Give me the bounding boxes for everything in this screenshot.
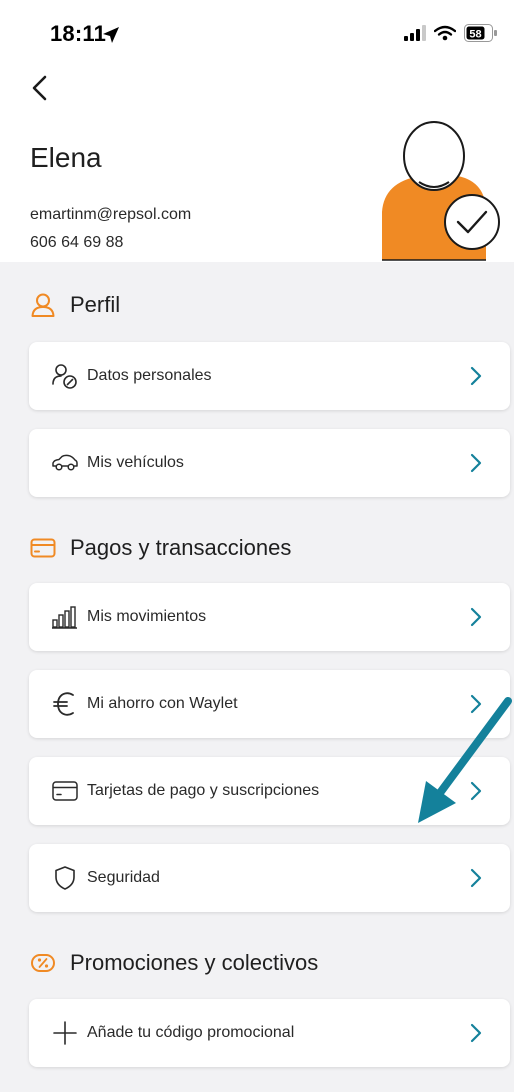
shield-icon <box>51 864 79 892</box>
user-edit-icon <box>51 362 79 390</box>
section-title-pagos: Pagos y transacciones <box>70 535 292 560</box>
user-email: emartinm@repsol.com <box>30 206 192 223</box>
battery-level: 58 <box>469 29 481 41</box>
menu-item-label: Añade tu código promocional <box>87 1024 295 1041</box>
chevron-right-icon <box>470 694 482 714</box>
plus-icon <box>51 1019 79 1047</box>
menu-item-codigo-promocional[interactable]: Añade tu código promocional <box>29 999 510 1067</box>
location-arrow-icon <box>103 27 119 43</box>
section-perfil: Perfil <box>30 292 120 318</box>
chevron-right-icon <box>470 1023 482 1043</box>
section-title-promociones: Promociones y colectivos <box>70 950 319 975</box>
battery-icon: 58 <box>464 24 498 42</box>
status-time: 18:11 <box>50 21 107 46</box>
credit-card-icon <box>51 777 79 805</box>
user-name: Elena <box>30 142 102 173</box>
menu-item-label: Seguridad <box>87 869 160 886</box>
user-icon <box>30 292 56 318</box>
menu-item-mis-vehiculos[interactable]: Mis vehículos <box>29 429 510 497</box>
credit-card-icon <box>30 535 56 561</box>
chevron-right-icon <box>470 781 482 801</box>
menu-item-datos-personales[interactable]: Datos personales <box>29 342 510 410</box>
menu-item-label: Datos personales <box>87 367 212 384</box>
chevron-right-icon <box>470 366 482 386</box>
signal-icon <box>404 25 426 41</box>
wifi-icon <box>434 25 456 41</box>
section-promociones: Promociones y colectivos <box>30 950 318 976</box>
status-icons: 58 <box>404 21 498 45</box>
menu-item-label: Tarjetas de pago y suscripciones <box>87 782 320 799</box>
menu-item-label: Mis movimientos <box>87 608 207 625</box>
section-pagos: Pagos y transacciones <box>30 535 291 561</box>
menu-item-mi-ahorro[interactable]: Mi ahorro con Waylet <box>29 670 510 738</box>
menu-item-mis-movimientos[interactable]: Mis movimientos <box>29 583 510 651</box>
user-phone: 606 64 69 88 <box>30 234 124 251</box>
euro-icon <box>51 690 79 718</box>
chevron-left-icon[interactable] <box>27 73 53 103</box>
percent-icon <box>30 950 56 976</box>
menu-item-tarjetas[interactable]: Tarjetas de pago y suscripciones <box>29 757 510 825</box>
menu-item-label: Mi ahorro con Waylet <box>87 695 238 712</box>
chevron-right-icon <box>470 453 482 473</box>
menu-item-seguridad[interactable]: Seguridad <box>29 844 510 912</box>
chevron-right-icon <box>470 868 482 888</box>
chevron-right-icon <box>470 607 482 627</box>
menu-item-label: Mis vehículos <box>87 454 184 471</box>
avatar[interactable] <box>374 120 504 262</box>
bar-chart-icon <box>51 603 79 631</box>
section-title-perfil: Perfil <box>70 292 121 317</box>
car-icon <box>51 449 79 477</box>
